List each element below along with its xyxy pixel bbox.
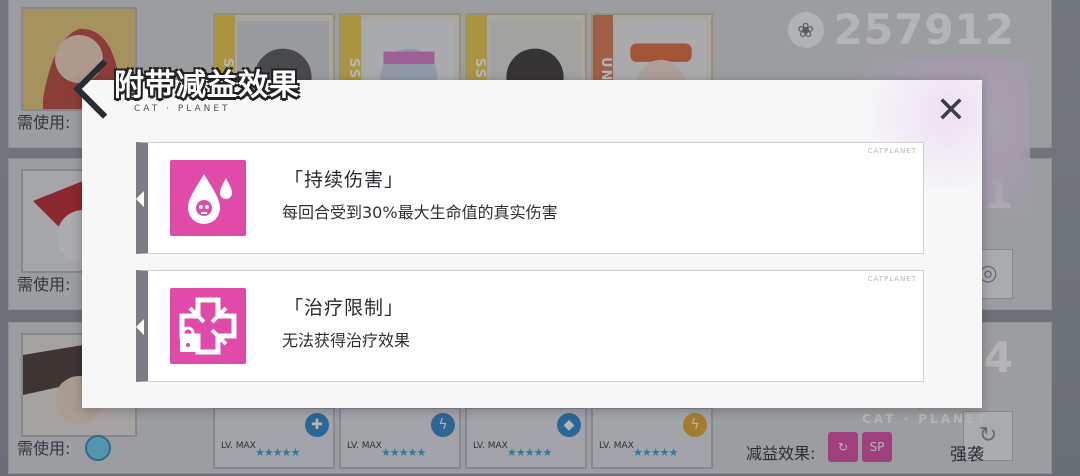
effect-name: 「治疗限制」 [284, 297, 405, 319]
close-icon: ✕ [935, 90, 967, 131]
card-notch [136, 191, 144, 207]
card-notch [136, 319, 144, 335]
effect-description: 每回合受到30%最大生命值的真实伤害 [282, 203, 558, 222]
effect-description: 无法获得治疗效果 [282, 331, 411, 350]
locked-heal-graphic [179, 297, 237, 355]
close-button[interactable]: ✕ [934, 93, 968, 129]
dialog-title: 附带减益效果 [114, 68, 300, 103]
poison-drop-graphic [188, 174, 232, 224]
poison-drop-icon [170, 160, 246, 236]
effect-card-heal-limit: CATPLANET 「治疗限制」 无法获得治疗效果 [136, 270, 924, 382]
debuff-effects-dialog: 附带减益效果 CAT · PLANET ✕ CATPLANET 「持续伤害」 每… [73, 59, 982, 408]
effect-name: 「持续伤害」 [284, 169, 405, 191]
card-watermark: CATPLANET [867, 147, 917, 155]
card-watermark: CATPLANET [867, 275, 917, 283]
effect-card-dot: CATPLANET 「持续伤害」 每回合受到30%最大生命值的真实伤害 [136, 142, 924, 254]
dialog-header: 附带减益效果 CAT · PLANET [73, 59, 402, 120]
dialog-subtitle: CAT · PLANET [134, 104, 231, 114]
locked-heal-icon [170, 288, 246, 364]
